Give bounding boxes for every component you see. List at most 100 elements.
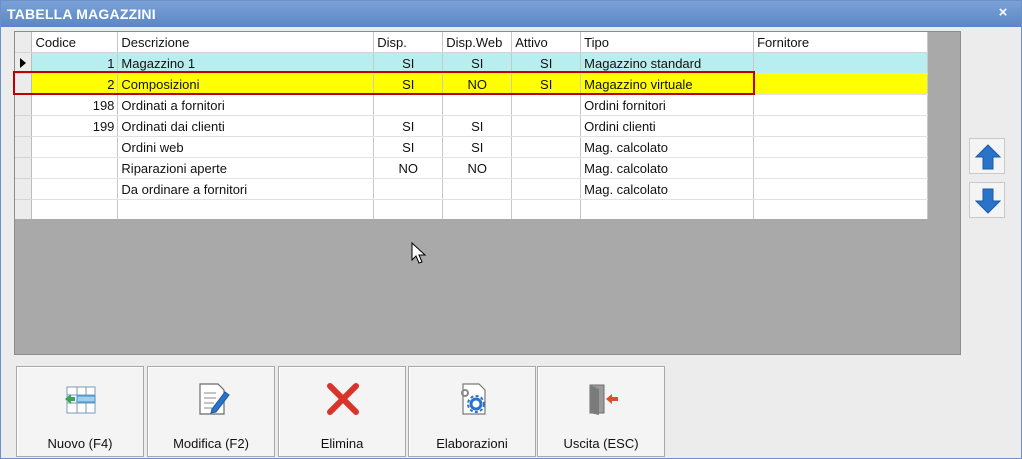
table-row[interactable]: Da ordinare a fornitori Mag. calcolato <box>15 178 928 200</box>
cell-disp[interactable] <box>373 199 444 219</box>
cell-disp[interactable] <box>373 178 444 200</box>
cell-codice[interactable] <box>31 178 119 200</box>
table-row[interactable]: 199 Ordinati dai clienti SI SI Ordini cl… <box>15 115 928 137</box>
processing-button-label: Elaborazioni <box>436 436 508 451</box>
row-indicator[interactable] <box>15 115 33 137</box>
cell-disp-web[interactable]: SI <box>442 52 513 74</box>
cell-codice[interactable] <box>31 199 119 219</box>
cell-codice[interactable]: 198 <box>31 94 119 116</box>
cell-tipo[interactable]: Magazzino standard <box>580 52 755 74</box>
close-icon[interactable]: × <box>995 4 1011 22</box>
cell-tipo[interactable]: Mag. calcolato <box>580 157 755 179</box>
cell-disp-web[interactable] <box>442 178 513 200</box>
cell-attivo[interactable] <box>511 136 582 158</box>
cell-attivo[interactable] <box>511 94 582 116</box>
cell-codice[interactable]: 1 <box>31 52 119 74</box>
cell-tipo[interactable]: Mag. calcolato <box>580 136 755 158</box>
cell-descrizione[interactable]: Composizioni <box>117 73 375 95</box>
row-indicator[interactable] <box>15 94 33 116</box>
cell-disp-web[interactable] <box>442 199 513 219</box>
column-header-fornitore[interactable]: Fornitore <box>753 32 928 53</box>
move-up-button[interactable] <box>969 138 1005 174</box>
title-bar[interactable]: TABELLA MAGAZZINI × <box>1 1 1021 27</box>
cell-descrizione[interactable]: Ordini web <box>117 136 375 158</box>
cell-attivo[interactable] <box>511 115 582 137</box>
add-row-icon <box>65 386 96 414</box>
edit-button[interactable]: Modifica (F2) <box>147 366 275 457</box>
cell-tipo[interactable]: Magazzino virtuale <box>580 73 755 95</box>
cell-disp-web[interactable]: SI <box>442 115 513 137</box>
cell-codice[interactable] <box>31 157 119 179</box>
cell-descrizione[interactable]: Ordinati a fornitori <box>117 94 375 116</box>
column-header-disp-web[interactable]: Disp.Web <box>442 32 513 53</box>
row-indicator[interactable] <box>15 199 33 219</box>
row-indicator[interactable] <box>15 157 33 179</box>
arrow-up-icon <box>975 144 1001 170</box>
cell-fornitore[interactable] <box>753 94 928 116</box>
cell-fornitore[interactable] <box>753 52 928 74</box>
exit-button[interactable]: Uscita (ESC) <box>537 366 665 457</box>
table-row[interactable]: Riparazioni aperte NO NO Mag. calcolato <box>15 157 928 179</box>
cell-attivo[interactable] <box>511 157 582 179</box>
cell-disp[interactable]: SI <box>373 115 444 137</box>
current-row-arrow-icon <box>20 58 26 68</box>
cell-descrizione[interactable]: Da ordinare a fornitori <box>117 178 375 200</box>
table-row[interactable]: Ordini web SI SI Mag. calcolato <box>15 136 928 158</box>
table-row[interactable]: 198 Ordinati a fornitori Ordini fornitor… <box>15 94 928 116</box>
arrow-down-icon <box>975 188 1001 214</box>
warehouse-table-window: TABELLA MAGAZZINI × Codice Descrizione D… <box>0 0 1022 459</box>
row-indicator[interactable] <box>15 136 33 158</box>
cell-disp[interactable]: SI <box>373 136 444 158</box>
cell-descrizione[interactable]: Riparazioni aperte <box>117 157 375 179</box>
cell-descrizione[interactable]: Ordinati dai clienti <box>117 115 375 137</box>
column-header-disp[interactable]: Disp. <box>373 32 444 53</box>
grid-content: Codice Descrizione Disp. Disp.Web Attivo… <box>15 32 928 219</box>
column-header-codice[interactable]: Codice <box>31 32 119 53</box>
new-button[interactable]: Nuovo (F4) <box>16 366 144 457</box>
column-header-tipo[interactable]: Tipo <box>580 32 755 53</box>
cell-disp[interactable] <box>373 94 444 116</box>
cell-descrizione[interactable]: Magazzino 1 <box>117 52 375 74</box>
column-header-descrizione[interactable]: Descrizione <box>117 32 375 53</box>
delete-button-label: Elimina <box>320 436 364 451</box>
move-down-button[interactable] <box>969 182 1005 218</box>
cell-tipo[interactable]: Mag. calcolato <box>580 178 755 200</box>
cell-tipo[interactable]: Ordini fornitori <box>580 94 755 116</box>
row-indicator[interactable] <box>15 52 33 74</box>
cell-codice[interactable] <box>31 136 119 158</box>
cell-attivo[interactable]: SI <box>511 52 582 74</box>
delete-button[interactable]: Elimina <box>278 366 406 457</box>
cell-tipo[interactable]: Ordini clienti <box>580 115 755 137</box>
cell-disp-web[interactable]: NO <box>442 73 513 95</box>
cell-attivo[interactable] <box>511 178 582 200</box>
cell-fornitore[interactable] <box>753 73 928 95</box>
cell-disp[interactable]: SI <box>373 73 444 95</box>
table-row[interactable]: 1 Magazzino 1 SI SI SI Magazzino standar… <box>15 52 928 74</box>
row-indicator[interactable] <box>15 73 33 95</box>
row-indicator-header <box>15 32 33 53</box>
edit-document-icon <box>199 383 230 415</box>
cell-tipo[interactable] <box>580 199 755 219</box>
processing-button[interactable]: Elaborazioni <box>408 366 536 457</box>
cell-codice[interactable]: 2 <box>31 73 119 95</box>
cell-disp-web[interactable]: SI <box>442 136 513 158</box>
cell-fornitore[interactable] <box>753 178 928 200</box>
cell-attivo[interactable] <box>511 199 582 219</box>
cell-descrizione[interactable] <box>117 199 375 219</box>
cell-fornitore[interactable] <box>753 115 928 137</box>
cell-attivo[interactable]: SI <box>511 73 582 95</box>
table-row-new[interactable] <box>15 199 928 219</box>
cell-disp-web[interactable] <box>442 94 513 116</box>
column-header-attivo[interactable]: Attivo <box>511 32 582 53</box>
cell-disp-web[interactable]: NO <box>442 157 513 179</box>
cell-disp[interactable]: SI <box>373 52 444 74</box>
table-row[interactable]: 2 Composizioni SI NO SI Magazzino virtua… <box>15 73 928 95</box>
warehouse-grid: Codice Descrizione Disp. Disp.Web Attivo… <box>14 31 961 355</box>
new-button-label: Nuovo (F4) <box>47 436 113 451</box>
cell-disp[interactable]: NO <box>373 157 444 179</box>
cell-codice[interactable]: 199 <box>31 115 119 137</box>
cell-fornitore[interactable] <box>753 157 928 179</box>
row-indicator[interactable] <box>15 178 33 200</box>
cell-fornitore[interactable] <box>753 136 928 158</box>
cell-fornitore[interactable] <box>753 199 928 219</box>
